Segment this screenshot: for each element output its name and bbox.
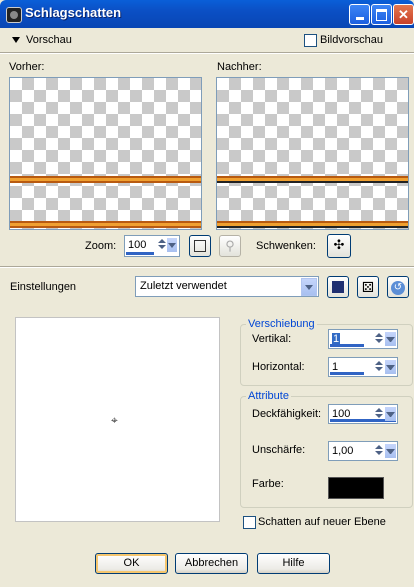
blur-spinner-icon[interactable] xyxy=(375,444,383,458)
dice-icon: ⚄ xyxy=(361,279,375,295)
chevron-down-icon[interactable] xyxy=(301,278,317,296)
blur-input[interactable]: 1,00 xyxy=(328,441,398,461)
close-icon: ✕ xyxy=(398,7,409,22)
divider xyxy=(0,266,414,268)
image-preview-checkbox[interactable] xyxy=(304,34,317,47)
shadow-new-layer-label: Schatten auf neuer Ebene xyxy=(258,516,386,528)
randomize-button[interactable]: ⚄ xyxy=(357,276,379,298)
divider xyxy=(0,52,414,54)
image-preview-label: Bildvorschau xyxy=(320,34,383,46)
horizontal-spinner-icon[interactable] xyxy=(375,360,383,374)
before-label: Vorher: xyxy=(9,61,45,73)
reset-button[interactable]: ↺ xyxy=(387,276,409,298)
window-title: Schlagschatten xyxy=(25,5,122,20)
opacity-label: Deckfähigkeit: xyxy=(252,408,322,420)
offset-group-title: Verschiebung xyxy=(246,318,317,330)
after-preview-pane[interactable] xyxy=(216,77,409,230)
color-label: Farbe: xyxy=(252,478,284,490)
opacity-spinner-icon[interactable] xyxy=(375,407,383,421)
zoom-reset-button[interactable]: ⚲ xyxy=(219,235,241,257)
vertical-spinner-icon[interactable] xyxy=(375,332,383,346)
help-button[interactable]: Hilfe xyxy=(257,553,330,574)
pan-button[interactable]: ✣ xyxy=(327,234,351,258)
vertical-slider-bar[interactable] xyxy=(330,344,364,347)
maximize-button[interactable] xyxy=(371,4,392,25)
offset-canvas[interactable]: ⌖ xyxy=(15,317,220,522)
fit-to-window-icon xyxy=(194,240,206,252)
after-label: Nachher: xyxy=(217,61,262,73)
zoom-spinner-icon[interactable] xyxy=(158,238,166,252)
move-arrows-icon: ✣ xyxy=(333,237,345,252)
zoom-dropdown-icon[interactable] xyxy=(167,238,177,252)
collapse-arrow-icon[interactable] xyxy=(12,37,20,43)
blur-value: 1,00 xyxy=(332,445,354,457)
horizontal-slider-bar[interactable] xyxy=(330,372,364,375)
horizontal-dropdown-icon[interactable] xyxy=(385,360,396,374)
ok-button[interactable]: OK xyxy=(95,553,168,574)
save-preset-button[interactable] xyxy=(327,276,349,298)
vertical-dropdown-icon[interactable] xyxy=(385,332,396,346)
reset-arrow-icon: ↺ xyxy=(391,281,405,295)
crosshair-icon[interactable]: ⌖ xyxy=(111,413,118,428)
before-preview-pane[interactable] xyxy=(9,77,202,230)
cancel-button[interactable]: Abbrechen xyxy=(175,553,248,574)
zoom-slider-bar[interactable] xyxy=(126,252,154,255)
maximize-icon xyxy=(376,9,387,21)
dialog-window: Schlagschatten ✕ Vorschau Bildvorschau V… xyxy=(0,0,414,587)
app-icon xyxy=(6,7,22,23)
shadow-color-swatch[interactable] xyxy=(328,477,384,499)
opacity-dropdown-icon[interactable] xyxy=(385,407,396,421)
opacity-input[interactable]: 100 xyxy=(328,404,398,424)
blur-dropdown-icon[interactable] xyxy=(385,444,396,458)
preset-value: Zuletzt verwendet xyxy=(140,280,227,292)
zoom-input[interactable]: 100 xyxy=(124,235,180,257)
zoom-value: 100 xyxy=(128,239,147,251)
preset-select[interactable]: Zuletzt verwendet xyxy=(135,276,319,297)
minimize-icon xyxy=(355,17,364,20)
settings-label: Einstellungen xyxy=(10,281,77,293)
minimize-button[interactable] xyxy=(349,4,370,25)
floppy-disk-icon xyxy=(332,281,344,293)
horizontal-label: Horizontal: xyxy=(252,361,305,373)
shadow-new-layer-checkbox[interactable] xyxy=(243,516,256,529)
magnifier-icon: ⚲ xyxy=(225,238,235,253)
horizontal-input[interactable]: 1 xyxy=(328,357,398,377)
preview-section-label[interactable]: Vorschau xyxy=(26,34,72,46)
title-bar[interactable]: Schlagschatten ✕ xyxy=(0,0,414,28)
blur-label: Unschärfe: xyxy=(252,444,306,456)
zoom-fit-button[interactable] xyxy=(189,235,211,257)
close-button[interactable]: ✕ xyxy=(393,4,414,25)
vertical-label: Vertikal: xyxy=(252,333,292,345)
pan-label: Schwenken: xyxy=(256,240,316,252)
vertical-input[interactable]: 1 xyxy=(328,329,398,349)
attributes-group-title: Attribute xyxy=(246,390,291,402)
zoom-label: Zoom: xyxy=(85,240,117,252)
